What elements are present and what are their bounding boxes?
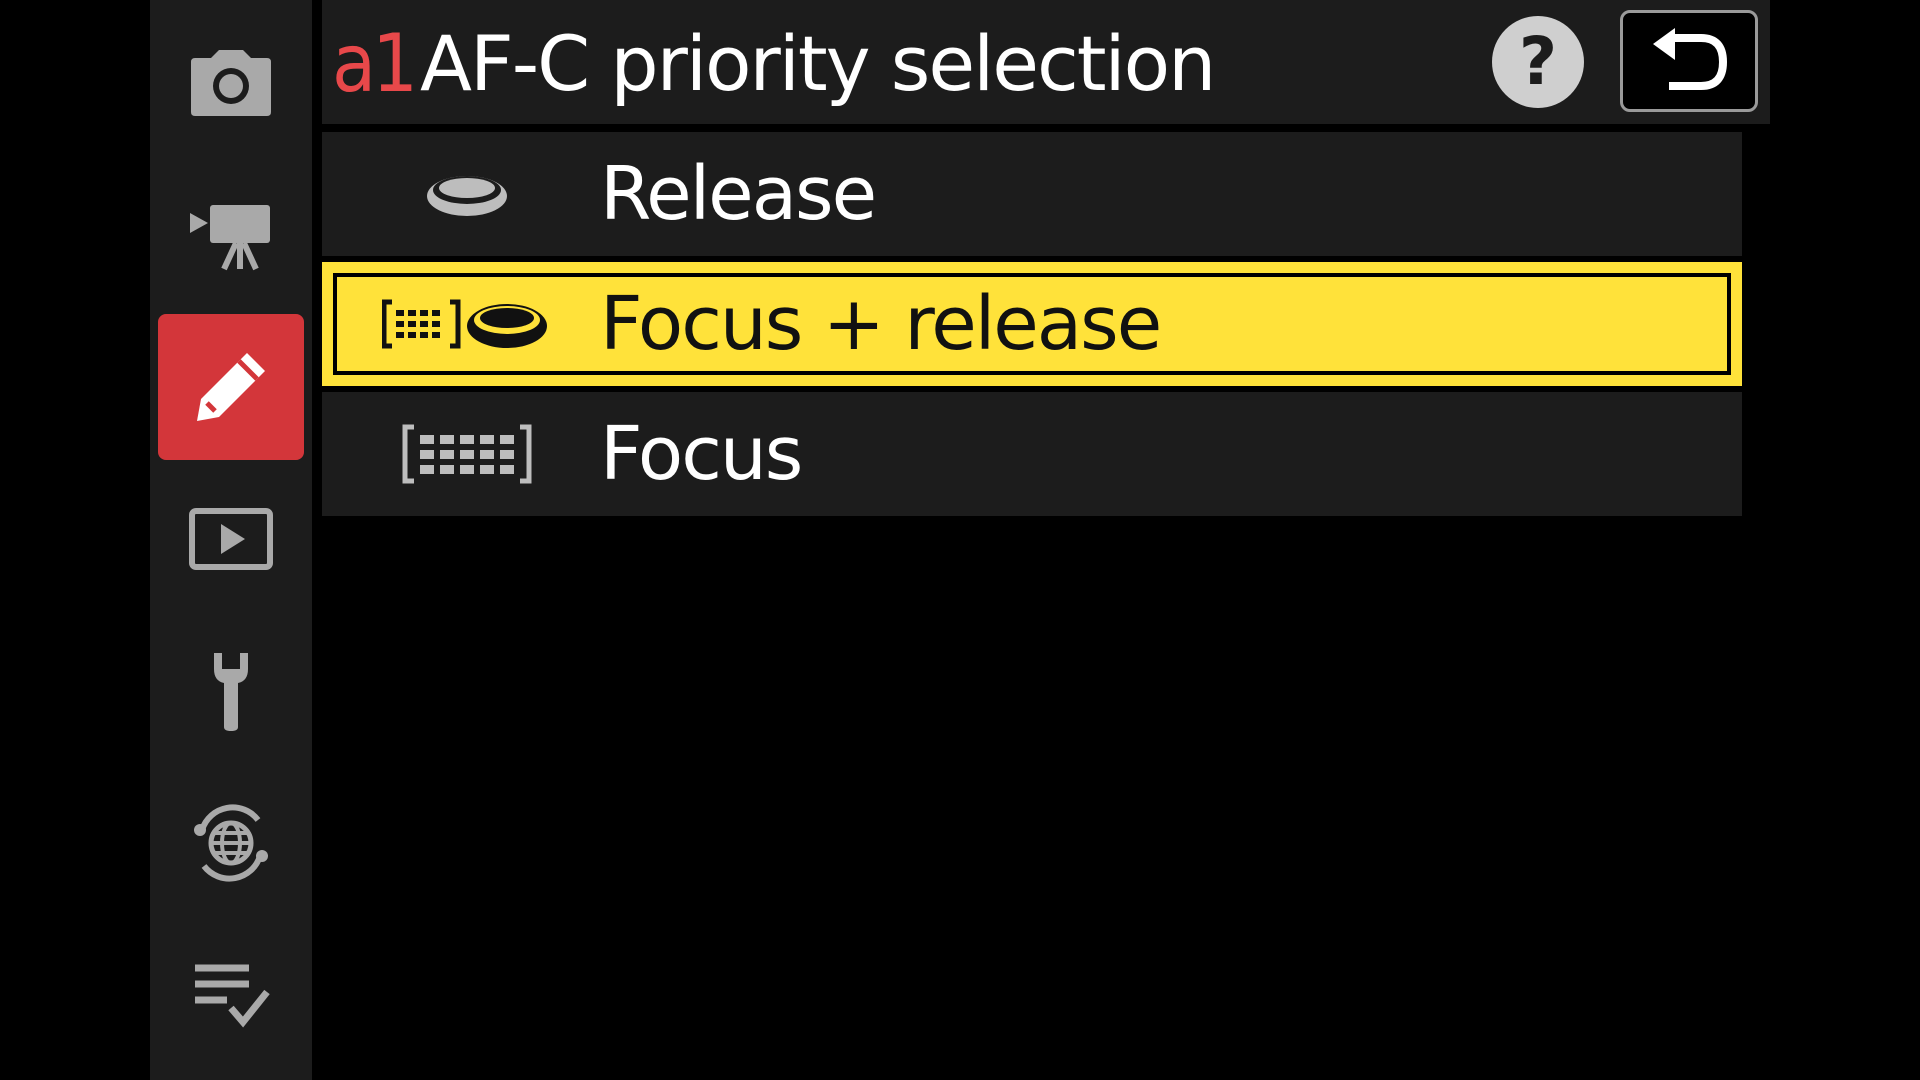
sidebar-item-movie[interactable]: [158, 162, 304, 308]
focus-release-icon: [362, 267, 572, 381]
sidebar-item-setup[interactable]: [158, 618, 304, 764]
option-label: Release: [600, 151, 877, 237]
sidebar-item-playback[interactable]: [158, 466, 304, 612]
option-label: Focus + release: [600, 281, 1162, 367]
release-icon: [362, 132, 572, 256]
menu-code: a1: [332, 17, 418, 110]
sidebar-item-photo-shooting[interactable]: [158, 10, 304, 156]
camera-icon: [191, 50, 271, 116]
option-focus[interactable]: Focus: [322, 392, 1742, 516]
help-button[interactable]: ?: [1492, 16, 1584, 108]
focus-icon: [362, 392, 572, 516]
playback-icon: [189, 508, 273, 570]
my-menu-icon: [195, 964, 270, 1028]
network-icon: [194, 804, 268, 882]
back-button[interactable]: [1620, 10, 1758, 112]
option-label: Focus: [600, 411, 803, 497]
wrench-icon: [214, 653, 248, 731]
page-title: AF-C priority selection: [420, 19, 1216, 108]
sidebar-item-custom-settings[interactable]: [158, 314, 304, 460]
sidebar: [150, 0, 312, 1080]
options-list: Release Focus + release Focus: [322, 132, 1742, 522]
title-bar: a1 AF-C priority selection ?: [322, 0, 1770, 124]
sidebar-item-network[interactable]: [158, 770, 304, 916]
pencil-icon: [197, 353, 265, 421]
option-focus-release[interactable]: Focus + release: [322, 262, 1742, 386]
option-release[interactable]: Release: [322, 132, 1742, 256]
movie-camera-icon: [190, 205, 270, 271]
sidebar-item-my-menu[interactable]: [158, 922, 304, 1068]
back-arrow-icon: [1653, 28, 1728, 90]
